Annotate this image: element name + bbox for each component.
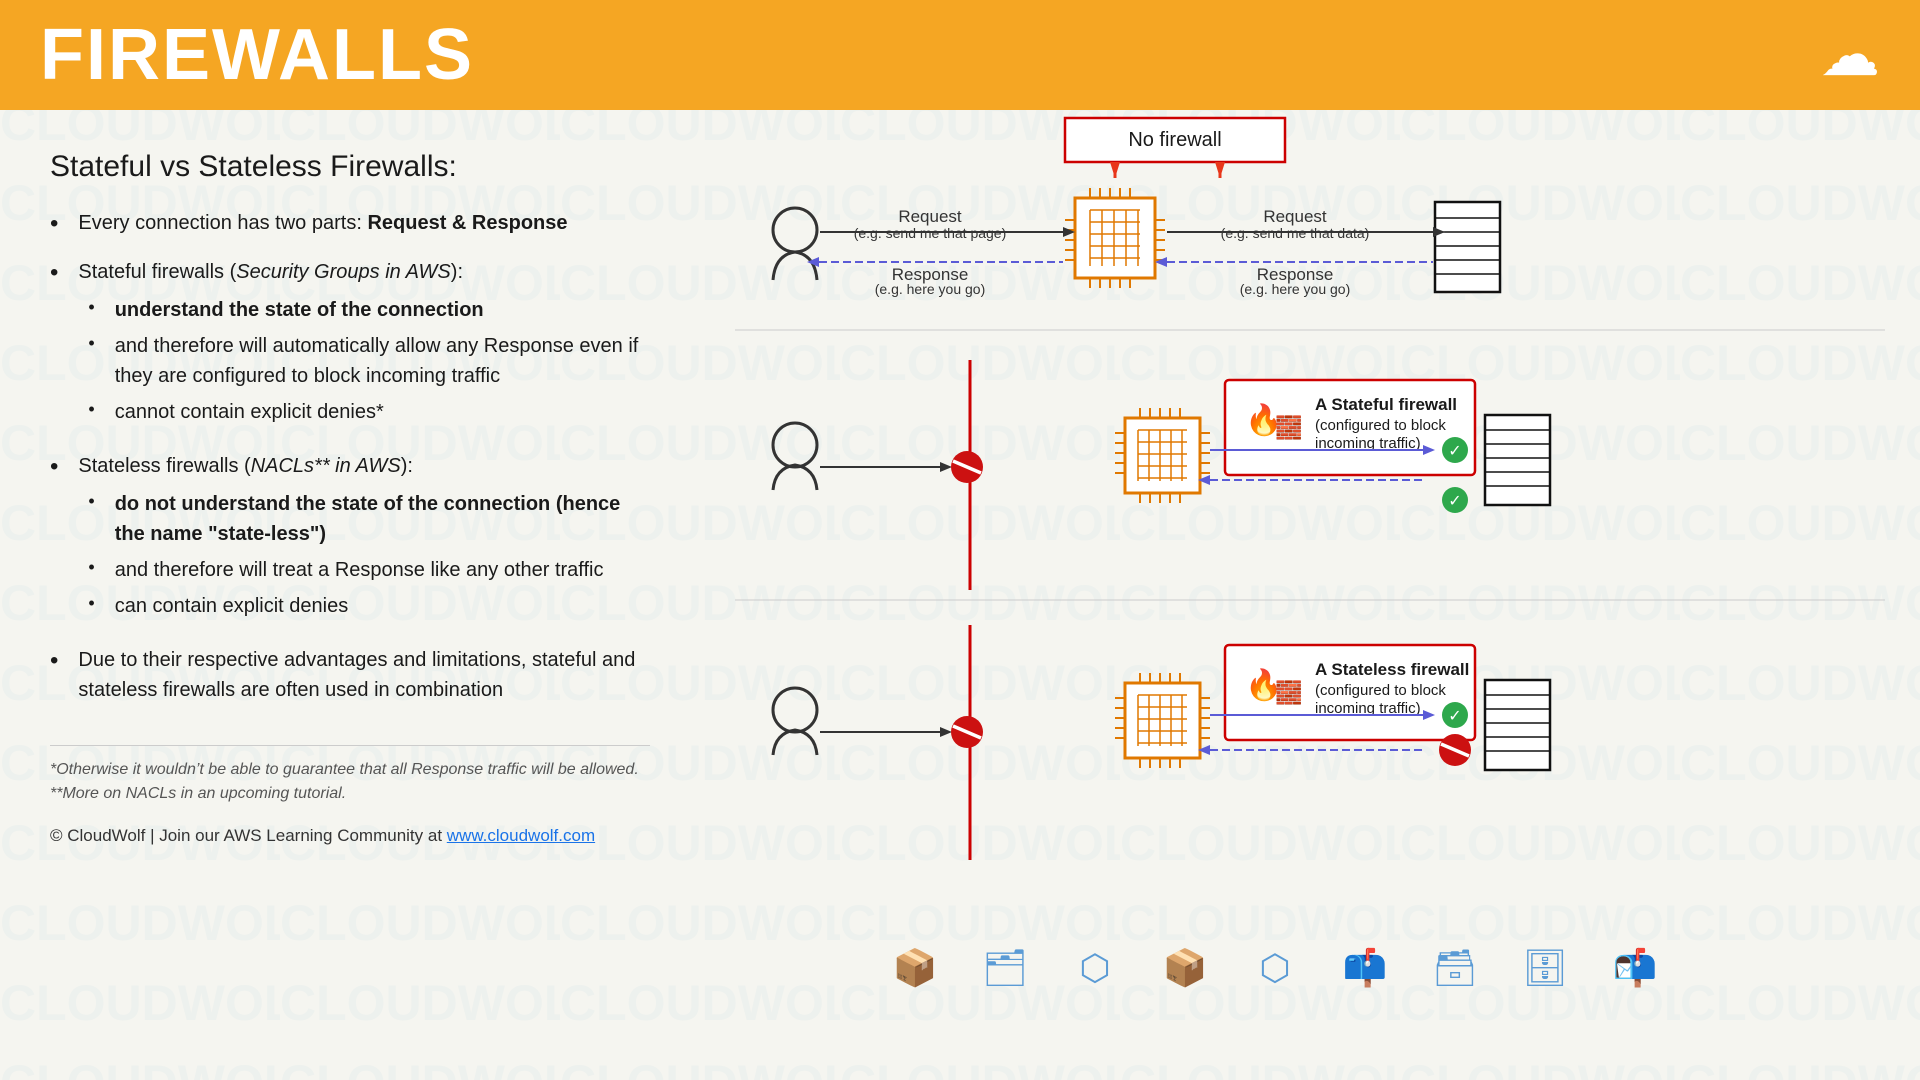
sub-3-3-text: can contain explicit denies	[115, 591, 348, 621]
sub-2-3-text: cannot contain explicit denies*	[115, 397, 384, 427]
req-label-right-2: (e.g. send me that data)	[1221, 225, 1370, 241]
sub-2-2-text: and therefore will automatically allow a…	[115, 331, 650, 391]
stateless-fw-label-2: (configured to block	[1315, 682, 1446, 699]
server-stateless	[1485, 680, 1550, 770]
bottom-icon-7: 🗃	[1432, 947, 1478, 988]
sub-2-1-text: understand the state of the connection	[115, 295, 484, 325]
main-content: Stateful vs Stateless Firewalls: Every c…	[0, 110, 1920, 1080]
arrow-resp-top-right-head	[1155, 257, 1167, 267]
bullet-1-text: Every connection has two parts: Request …	[78, 208, 567, 238]
req-label-right-1: Request	[1263, 207, 1327, 226]
stateless-req-arrowhead	[940, 727, 952, 737]
bullet-1: Every connection has two parts: Request …	[50, 208, 650, 239]
wall-icon-stateful: 🧱	[1275, 415, 1302, 440]
bullet-4: Due to their respective advantages and l…	[50, 645, 650, 705]
page-title: FIREWALLS	[40, 14, 474, 96]
sub-bullet-2-1: understand the state of the connection	[88, 295, 650, 325]
person-head-stateless	[773, 688, 817, 732]
person-body-top	[773, 252, 817, 280]
bullet-1-bold: Request & Response	[367, 212, 567, 234]
bullet-3: Stateless firewalls (NACLs** in AWS): do…	[50, 451, 650, 627]
bullet-2-content: Stateful firewalls (Security Groups in A…	[78, 257, 650, 433]
req-label-left-2: (e.g. send me that page)	[854, 225, 1007, 241]
stateless-check-mark-out: ✓	[1448, 708, 1461, 725]
server-stateful	[1485, 415, 1550, 505]
left-panel: Stateful vs Stateless Firewalls: Every c…	[0, 110, 700, 1080]
bottom-icon-9: 📬	[1613, 947, 1658, 988]
stateful-fw-label-1: A Stateful firewall	[1315, 395, 1457, 414]
sub-bullet-3-2: and therefore will treat a Response like…	[88, 555, 650, 585]
bullet-3-content: Stateless firewalls (NACLs** in AWS): do…	[78, 451, 650, 627]
footer-link[interactable]: www.cloudwolf.com	[447, 826, 595, 845]
person-body-stateless	[773, 730, 817, 755]
bullet-3-sub: do not understand the state of the conne…	[78, 489, 650, 621]
footer-text: © CloudWolf | Join our AWS Learning Comm…	[50, 826, 650, 846]
server-top	[1435, 202, 1500, 292]
section-heading: Stateful vs Stateless Firewalls:	[50, 150, 650, 184]
sub-3-1-text: do not understand the state of the conne…	[115, 489, 650, 549]
right-panel: No firewall	[700, 110, 1920, 1080]
bottom-icon-6: 📫	[1343, 947, 1388, 988]
stateful-check-mark-2: ✓	[1448, 493, 1461, 510]
cloud-icon: ☁	[1820, 20, 1880, 90]
arrow-req-top-left-head	[1063, 227, 1075, 237]
bottom-icon-3: ⬡	[1079, 947, 1110, 988]
bottom-icon-2: 🗂	[982, 947, 1028, 988]
sub-bullet-2-3: cannot contain explicit denies*	[88, 397, 650, 427]
stateless-fw-label-1: A Stateless firewall	[1315, 660, 1469, 679]
sub-bullet-2-2: and therefore will automatically allow a…	[88, 331, 650, 391]
sub-bullet-3-3: can contain explicit denies	[88, 591, 650, 621]
no-firewall-label: No firewall	[1128, 129, 1221, 151]
person-body-stateful	[773, 465, 817, 490]
resp-label-left-2: (e.g. here you go)	[875, 281, 986, 297]
footer-label: © CloudWolf | Join our AWS Learning Comm…	[50, 826, 447, 845]
footnote-1: *Otherwise it wouldn’t be able to guaran…	[50, 758, 650, 782]
main-diagram: No firewall	[720, 110, 1900, 1040]
stateful-fw-label-2: (configured to block	[1315, 417, 1446, 434]
header: FIREWALLS ☁	[0, 0, 1920, 110]
footnote-2: **More on NACLs in an upcoming tutorial.	[50, 782, 650, 806]
bullet-2-text: Stateful firewalls (Security Groups in A…	[78, 261, 463, 283]
person-head-stateful	[773, 423, 817, 467]
bullet-2: Stateful firewalls (Security Groups in A…	[50, 257, 650, 433]
person-head-top	[773, 208, 817, 252]
bullet-list: Every connection has two parts: Request …	[50, 208, 650, 705]
bottom-icon-1: 📦	[893, 947, 938, 988]
sub-bullet-3-1: do not understand the state of the conne…	[88, 489, 650, 549]
stateful-req-arrowhead	[940, 462, 952, 472]
sub-3-2-text: and therefore will treat a Response like…	[115, 555, 604, 585]
bullet-2-sub: understand the state of the connection a…	[78, 295, 650, 427]
wall-icon-stateless: 🧱	[1275, 680, 1302, 705]
bottom-icon-8: 🗄	[1522, 947, 1568, 988]
stateful-check-mark-1: ✓	[1448, 443, 1461, 460]
footnote-area: *Otherwise it wouldn’t be able to guaran…	[50, 745, 650, 846]
bottom-icon-4: 📦	[1163, 947, 1208, 988]
bullet-4-text: Due to their respective advantages and l…	[78, 645, 650, 705]
bottom-icon-5: ⬡	[1259, 947, 1290, 988]
bullet-3-italic: NACLs** in AWS	[251, 455, 401, 477]
resp-label-right-2: (e.g. here you go)	[1240, 281, 1351, 297]
bullet-2-italic: Security Groups in AWS	[236, 261, 451, 283]
bullet-3-text: Stateless firewalls (NACLs** in AWS):	[78, 455, 413, 477]
req-label-left-1: Request	[898, 207, 962, 226]
